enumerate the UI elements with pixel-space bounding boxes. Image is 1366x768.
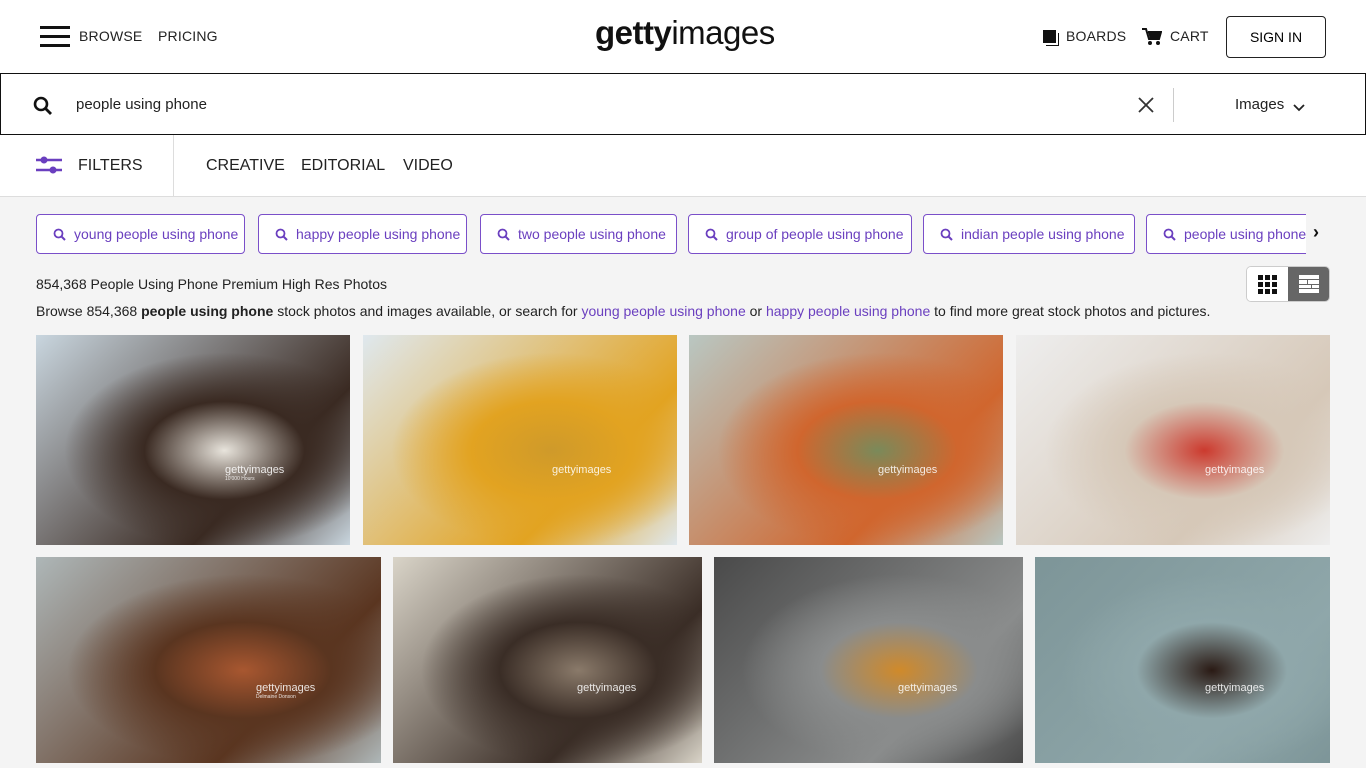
desc-text: stock photos and images available, or se… [273, 303, 582, 319]
media-type-select[interactable]: Images [1235, 96, 1284, 113]
search-icon [705, 228, 718, 241]
divider [1173, 88, 1174, 122]
chip-label: two people using phone [518, 226, 666, 242]
results-description: Browse 854,368 people using phone stock … [36, 303, 1210, 319]
watermark: gettyimages [1205, 465, 1264, 477]
chip-label: happy people using phone [296, 226, 461, 242]
cart-link[interactable]: CART [1170, 28, 1209, 44]
search-icon [1163, 228, 1176, 241]
image-result[interactable]: gettyimages Delmaine Donson [36, 557, 381, 763]
clear-icon[interactable] [1138, 97, 1154, 113]
related-link-young[interactable]: young people using phone [581, 303, 745, 319]
watermark-text: gettyimages [552, 464, 612, 476]
search-icon [497, 228, 510, 241]
watermark-text: gettyimages [1205, 464, 1265, 476]
view-toggle [1246, 266, 1330, 302]
filter-bar: FILTERS CREATIVE EDITORIAL VIDEO [0, 135, 1366, 197]
image-result[interactable]: gettyimages [689, 335, 1003, 545]
watermark-text: gettyimages [225, 464, 285, 476]
pricing-link[interactable]: PRICING [158, 28, 218, 44]
watermark: gettyimages [878, 465, 937, 477]
chevron-down-icon[interactable] [1293, 104, 1305, 112]
photo-credit: 10'000 Hours [225, 476, 255, 482]
results-title: 854,368 People Using Phone Premium High … [36, 276, 387, 292]
image-result[interactable]: gettyimages [714, 557, 1023, 763]
photo-credit: Delmaine Donson [256, 694, 296, 700]
watermark: gettyimages [577, 683, 636, 695]
related-search-chip[interactable]: young people using phone [36, 214, 245, 254]
filters-icon[interactable] [36, 155, 62, 175]
watermark: gettyimages [898, 683, 957, 695]
tab-editorial[interactable]: EDITORIAL [301, 157, 385, 175]
image-result[interactable]: gettyimages [393, 557, 702, 763]
cart-icon[interactable] [1142, 28, 1162, 46]
watermark-text: gettyimages [256, 682, 316, 694]
desc-text: Browse 854,368 [36, 303, 142, 319]
grid-icon [1258, 274, 1277, 294]
related-search-chip[interactable]: two people using phone [480, 214, 677, 254]
watermark: gettyimages Delmaine Donson [256, 683, 315, 700]
getty-logo[interactable]: gettyimages [595, 14, 775, 52]
chip-label: people using phone [1184, 226, 1307, 242]
sign-in-button[interactable]: SIGN IN [1226, 16, 1326, 58]
image-result[interactable]: gettyimages 10'000 Hours [36, 335, 350, 545]
watermark-text: gettyimages [878, 464, 938, 476]
watermark-text: gettyimages [577, 682, 637, 694]
boards-link[interactable]: BOARDS [1066, 28, 1126, 44]
watermark-text: gettyimages [1205, 682, 1265, 694]
chevron-right-icon[interactable]: › [1313, 222, 1319, 243]
grid-view-button[interactable] [1247, 267, 1288, 301]
search-input[interactable]: people using phone [76, 96, 207, 113]
related-link-happy[interactable]: happy people using phone [766, 303, 930, 319]
divider [173, 135, 174, 197]
tab-creative[interactable]: CREATIVE [206, 157, 285, 175]
search-bar: people using phone Images [0, 73, 1366, 135]
watermark: gettyimages [1205, 683, 1264, 695]
image-result[interactable]: gettyimages [1035, 557, 1330, 763]
watermark: gettyimages [552, 465, 611, 477]
related-search-chip[interactable]: indian people using phone [923, 214, 1135, 254]
related-search-chip[interactable]: group of people using phone [688, 214, 912, 254]
mosaic-view-button[interactable] [1288, 267, 1329, 301]
image-result[interactable]: gettyimages [363, 335, 677, 545]
logo-light: images [671, 14, 775, 51]
mosaic-icon [1298, 275, 1319, 293]
desc-text: or [745, 303, 766, 319]
chip-label: group of people using phone [726, 226, 904, 242]
tab-video[interactable]: VIDEO [403, 157, 453, 175]
filters-button[interactable]: FILTERS [78, 157, 143, 175]
search-icon [53, 228, 66, 241]
desc-query: people using phone [141, 303, 274, 319]
watermark-text: gettyimages [898, 682, 958, 694]
desc-text: to find more great stock photos and pict… [930, 303, 1211, 319]
search-icon[interactable] [33, 96, 53, 116]
top-header: BROWSE PRICING gettyimages BOARDS CART S… [0, 0, 1366, 74]
watermark: gettyimages 10'000 Hours [225, 465, 284, 482]
logo-bold: getty [595, 14, 672, 51]
boards-icon[interactable] [1043, 30, 1056, 43]
chip-label: young people using phone [74, 226, 239, 242]
chip-label: indian people using phone [961, 226, 1125, 242]
search-icon [275, 228, 288, 241]
related-search-chip[interactable]: happy people using phone [258, 214, 467, 254]
image-result[interactable]: gettyimages [1016, 335, 1330, 545]
menu-icon[interactable] [40, 26, 70, 48]
browse-link[interactable]: BROWSE [79, 28, 142, 44]
search-icon [940, 228, 953, 241]
